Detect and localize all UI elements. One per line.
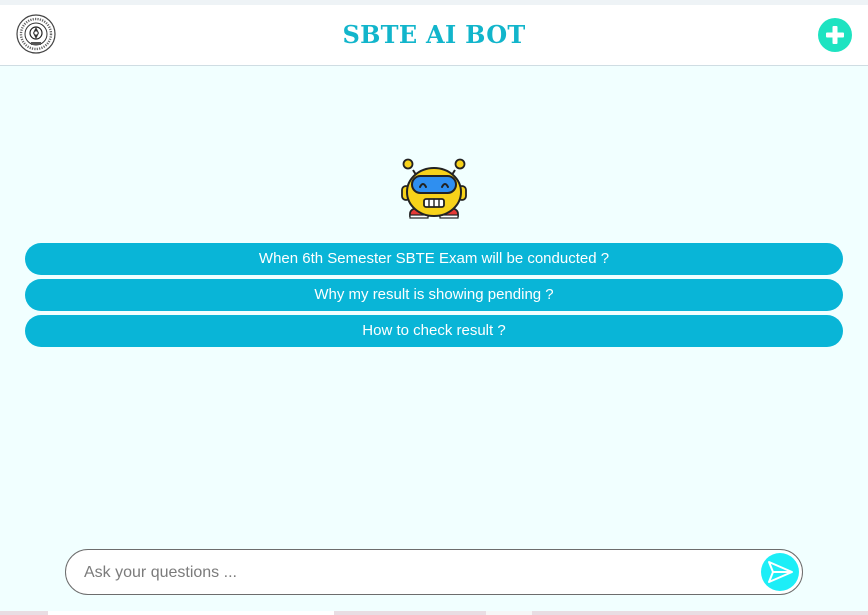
plus-circle-icon: [818, 18, 852, 52]
app-header: SBTE AI BOT: [0, 5, 868, 66]
robot-mascot-icon: [401, 158, 467, 219]
send-icon: [761, 553, 799, 591]
suggestion-button[interactable]: Why my result is showing pending ?: [25, 279, 843, 311]
page-title: SBTE AI BOT: [342, 20, 526, 49]
bottom-strip-segment: [486, 611, 532, 615]
bottom-strip-segment: [48, 611, 334, 615]
chat-input-bar: [65, 549, 803, 595]
bottom-strip: [0, 611, 868, 615]
question-input[interactable]: [82, 558, 746, 588]
suggestion-button[interactable]: How to check result ?: [25, 315, 843, 347]
suggestion-button[interactable]: When 6th Semester SBTE Exam will be cond…: [25, 243, 843, 275]
send-button[interactable]: [760, 552, 800, 592]
new-chat-button[interactable]: [818, 18, 852, 52]
